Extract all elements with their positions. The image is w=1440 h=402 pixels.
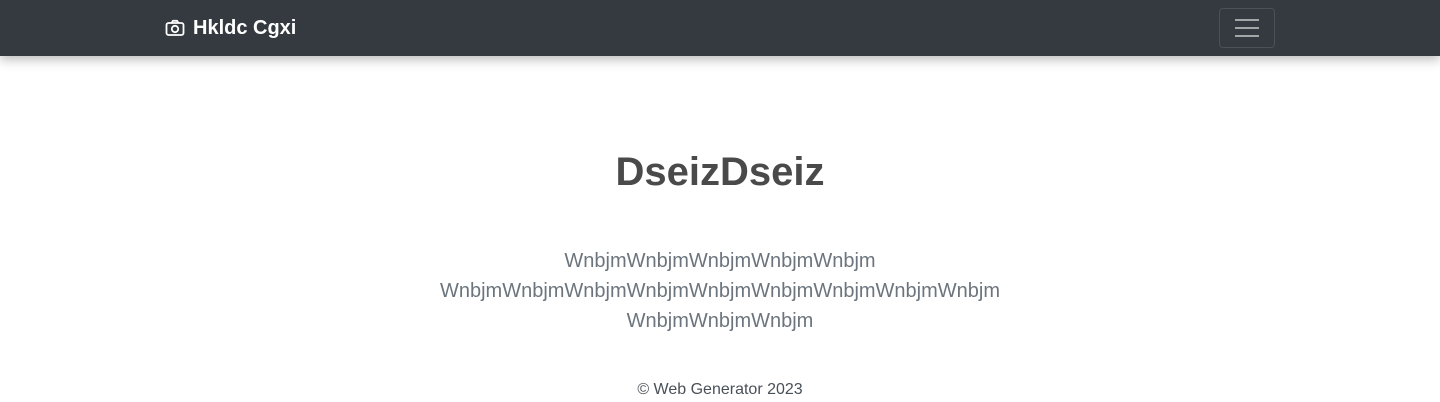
hero-lead-text: WnbjmWnbjmWnbjmWnbjmWnbjm WnbjmWnbjmWnbj… — [420, 246, 1020, 336]
hamburger-menu-icon — [1234, 17, 1260, 39]
camera-icon — [165, 18, 185, 38]
lead-line: WnbjmWnbjmWnbjmWnbjmWnbjm — [564, 250, 876, 272]
lead-line: WnbjmWnbjmWnbjm — [626, 310, 814, 332]
brand-text: Hkldc Cgxi — [193, 17, 297, 39]
navbar-toggler-button[interactable] — [1219, 8, 1275, 48]
lead-line: WnbjmWnbjmWnbjmWnbjmWnbjmWnbjmWnbjmWnbjm… — [439, 280, 1001, 302]
navbar-brand[interactable]: Hkldc Cgxi — [165, 16, 296, 40]
hero-title: DseizDseiz — [615, 150, 825, 194]
footer-copyright: © Web Generator 2023 — [637, 381, 803, 398]
navbar: Hkldc Cgxi — [0, 0, 1440, 56]
